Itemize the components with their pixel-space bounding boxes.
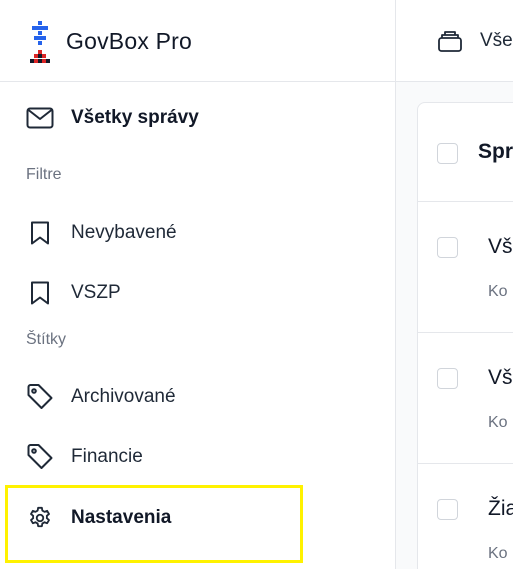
list-header-title: Spr: [478, 140, 513, 163]
message-list-card: Spr Vš Ko Vš Ko Žia Ko: [417, 102, 513, 569]
focus-highlight: [5, 485, 303, 563]
message-subtitle: Ko: [488, 545, 508, 562]
tag-icon: [26, 383, 54, 411]
table-row[interactable]: Vš Ko: [418, 333, 513, 464]
inbox-stack-icon[interactable]: [437, 29, 463, 58]
envelope-icon: [26, 104, 54, 132]
sidebar-item-nevybavene[interactable]: Nevybavené: [26, 218, 177, 248]
sidebar-item-vszp[interactable]: VSZP: [26, 278, 121, 308]
topbar-label[interactable]: Vše: [480, 30, 513, 52]
app-name: GovBox Pro: [66, 28, 192, 54]
tag-icon: [26, 443, 54, 471]
row-checkbox[interactable]: [437, 368, 458, 389]
list-header-row: Spr: [418, 103, 513, 202]
bookmark-icon: [26, 219, 54, 247]
main-content: Vše Spr Vš Ko Vš Ko Žia Ko: [396, 0, 513, 569]
message-title: Vš: [488, 366, 513, 389]
tags-section-title: Štítky: [26, 331, 67, 348]
message-subtitle: Ko: [488, 283, 508, 300]
message-title: Vš: [488, 235, 513, 258]
sidebar-item-label: Nevybavené: [71, 222, 177, 243]
sidebar-item-label: Financie: [71, 446, 143, 467]
brand-header: GovBox Pro: [0, 0, 396, 82]
table-row[interactable]: Žia Ko: [418, 464, 513, 569]
sidebar-item-label: Archivované: [71, 386, 176, 407]
message-title: Žia: [488, 497, 513, 520]
select-all-checkbox[interactable]: [437, 143, 458, 164]
sidebar-item-all-messages[interactable]: Všetky správy: [26, 103, 199, 133]
filters-section-title: Filtre: [26, 166, 62, 183]
row-checkbox[interactable]: [437, 237, 458, 258]
sidebar: GovBox Pro Všetky správy Filtre Nevybave…: [0, 0, 396, 569]
sidebar-item-label: Všetky správy: [71, 107, 199, 128]
sidebar-item-archivovane[interactable]: Archivované: [26, 382, 176, 412]
sidebar-item-label: VSZP: [71, 282, 121, 303]
topbar: Vše: [396, 0, 513, 82]
bookmark-icon: [26, 279, 54, 307]
govbox-logo-icon: [30, 21, 50, 63]
row-checkbox[interactable]: [437, 499, 458, 520]
table-row[interactable]: Vš Ko: [418, 202, 513, 333]
sidebar-item-financie[interactable]: Financie: [26, 442, 143, 472]
message-subtitle: Ko: [488, 414, 508, 431]
